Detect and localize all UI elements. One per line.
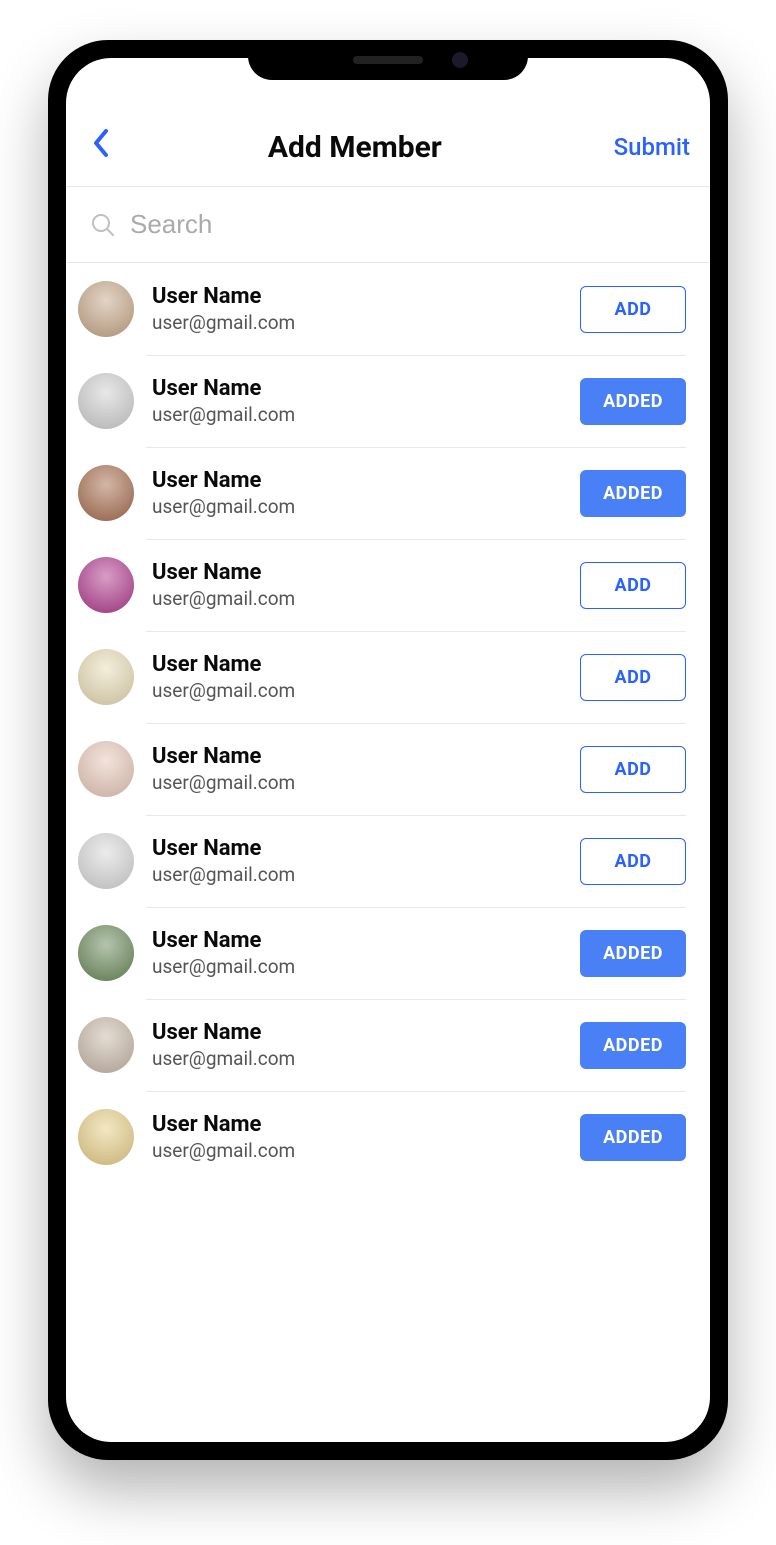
avatar: [78, 465, 134, 521]
avatar: [78, 281, 134, 337]
phone-frame: Add Member Submit User Nameuser@gmail.co…: [48, 40, 728, 1460]
member-name: User Name: [152, 376, 562, 401]
member-row: User Nameuser@gmail.com ADDED: [66, 1091, 710, 1183]
add-button[interactable]: ADD: [580, 654, 686, 701]
search-row: [66, 187, 710, 263]
member-name: User Name: [152, 836, 562, 861]
member-info: User Nameuser@gmail.com: [152, 468, 562, 518]
member-name: User Name: [152, 468, 562, 493]
search-icon: [90, 212, 116, 238]
avatar: [78, 373, 134, 429]
member-name: User Name: [152, 744, 562, 769]
member-email: user@gmail.com: [152, 771, 562, 794]
member-email: user@gmail.com: [152, 311, 562, 334]
member-info: User Nameuser@gmail.com: [152, 284, 562, 334]
member-info: User Nameuser@gmail.com: [152, 744, 562, 794]
camera-icon: [452, 52, 468, 68]
member-email: user@gmail.com: [152, 1139, 562, 1162]
screen: Add Member Submit User Nameuser@gmail.co…: [66, 58, 710, 1442]
added-button[interactable]: ADDED: [580, 1022, 686, 1069]
search-input[interactable]: [130, 209, 686, 240]
member-row: User Nameuser@gmail.com ADD: [66, 631, 710, 723]
member-email: user@gmail.com: [152, 1047, 562, 1070]
avatar: [78, 1109, 134, 1165]
avatar: [78, 649, 134, 705]
member-row: User Nameuser@gmail.com ADDED: [66, 999, 710, 1091]
avatar: [78, 1017, 134, 1073]
member-info: User Nameuser@gmail.com: [152, 1020, 562, 1070]
member-name: User Name: [152, 1112, 562, 1137]
add-button[interactable]: ADD: [580, 562, 686, 609]
member-name: User Name: [152, 652, 562, 677]
member-row: User Nameuser@gmail.com ADDED: [66, 447, 710, 539]
member-email: user@gmail.com: [152, 679, 562, 702]
member-info: User Nameuser@gmail.com: [152, 1112, 562, 1162]
member-email: user@gmail.com: [152, 403, 562, 426]
member-info: User Nameuser@gmail.com: [152, 836, 562, 886]
add-button[interactable]: ADD: [580, 838, 686, 885]
member-email: user@gmail.com: [152, 587, 562, 610]
member-info: User Nameuser@gmail.com: [152, 560, 562, 610]
speaker-icon: [353, 56, 423, 64]
add-button[interactable]: ADD: [580, 746, 686, 793]
member-row: User Nameuser@gmail.com ADD: [66, 263, 710, 355]
avatar: [78, 833, 134, 889]
member-name: User Name: [152, 284, 562, 309]
added-button[interactable]: ADDED: [580, 930, 686, 977]
avatar: [78, 557, 134, 613]
member-row: User Nameuser@gmail.com ADD: [66, 723, 710, 815]
phone-notch: [248, 40, 528, 80]
member-list: User Nameuser@gmail.comADDUser Nameuser@…: [66, 263, 710, 1183]
member-row: User Nameuser@gmail.com ADD: [66, 539, 710, 631]
member-info: User Nameuser@gmail.com: [152, 376, 562, 426]
member-email: user@gmail.com: [152, 955, 562, 978]
member-name: User Name: [152, 560, 562, 585]
added-button[interactable]: ADDED: [580, 1114, 686, 1161]
member-name: User Name: [152, 928, 562, 953]
member-row: User Nameuser@gmail.com ADDED: [66, 355, 710, 447]
member-info: User Nameuser@gmail.com: [152, 928, 562, 978]
member-email: user@gmail.com: [152, 863, 562, 886]
member-name: User Name: [152, 1020, 562, 1045]
added-button[interactable]: ADDED: [580, 470, 686, 517]
member-row: User Nameuser@gmail.com ADDED: [66, 907, 710, 999]
add-button[interactable]: ADD: [580, 286, 686, 333]
member-email: user@gmail.com: [152, 495, 562, 518]
page-title: Add Member: [96, 130, 614, 165]
avatar: [78, 925, 134, 981]
added-button[interactable]: ADDED: [580, 378, 686, 425]
avatar: [78, 741, 134, 797]
submit-button[interactable]: Submit: [614, 133, 690, 161]
member-info: User Nameuser@gmail.com: [152, 652, 562, 702]
member-row: User Nameuser@gmail.com ADD: [66, 815, 710, 907]
